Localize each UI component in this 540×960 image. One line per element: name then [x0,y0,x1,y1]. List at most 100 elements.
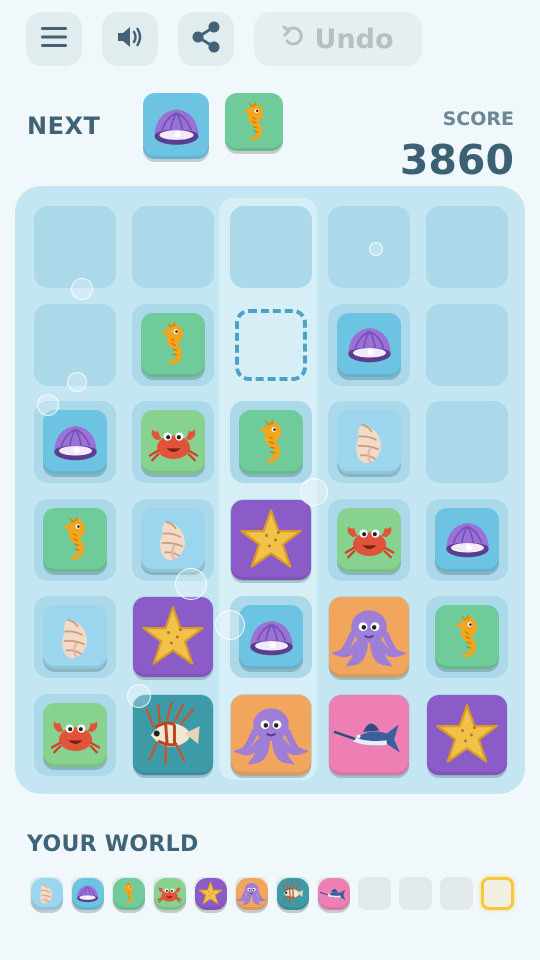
world-creature-lionfish [276,877,309,910]
bubble-decoration [300,478,328,506]
board-cell[interactable] [426,303,508,386]
world-creature-starfish [194,877,227,910]
speaker-icon [116,25,144,53]
score-value: 3860 [399,136,514,184]
tile-lionfish [133,694,213,775]
board-cell[interactable] [230,401,312,484]
bubble-decoration [127,684,151,708]
board-cell[interactable] [426,693,508,776]
board-cell[interactable] [426,498,508,581]
board-cell[interactable] [34,206,116,288]
board-cell[interactable] [426,206,508,288]
lionfish-icon [145,702,200,765]
conch-icon [355,423,381,463]
board-cell[interactable] [230,693,312,776]
world-tile-lionfish [276,877,309,910]
world-tile-octopus [235,877,268,910]
board-cell[interactable] [34,693,116,776]
seahorse-icon [161,320,183,365]
lionfish-icon [281,880,303,906]
seahorse-icon [63,516,85,560]
next-piece-seahorse [225,93,283,151]
tile-seahorse [435,605,499,670]
board-cell[interactable] [426,401,508,484]
board-cell[interactable] [328,303,410,386]
tile-crab [337,507,401,572]
board-cell[interactable] [34,596,116,679]
seahorse-icon [455,613,477,658]
board-grid [34,206,508,776]
world-creature-octopus [235,877,268,910]
world-creature-seahorse [112,877,145,910]
board-cell[interactable] [34,498,116,581]
your-world-label: YOUR WORLD [27,832,199,857]
sound-button[interactable] [102,12,158,66]
drop-target[interactable] [235,308,307,381]
octopus-icon [332,610,406,667]
world-creature-marlin [317,877,350,910]
crab-icon [50,721,100,754]
conch-icon [159,521,185,561]
world-tile-marlin [317,877,350,910]
board-cell[interactable] [328,498,410,581]
board-cell[interactable] [328,401,410,484]
board-cell[interactable] [230,498,312,581]
next-label: NEXT [27,112,101,140]
board-cell[interactable] [328,596,410,679]
bubble-decoration [37,394,59,416]
world-creature-crab [153,877,186,910]
clam-icon [53,425,97,460]
seahorse-icon [122,881,134,904]
share-icon [191,21,221,57]
menu-button[interactable] [26,12,82,66]
board-cell[interactable] [132,596,214,679]
starfish-icon [198,881,223,905]
bubble-decoration [71,278,93,300]
tile-starfish [133,597,213,678]
bubble-decoration [215,610,245,640]
tile-starfish [427,694,507,775]
undo-arrow-icon [282,24,304,55]
seahorse-icon [259,418,281,463]
clam-icon [77,885,98,903]
next-pieces [143,93,283,159]
tile-octopus [329,597,409,678]
tile-conch [43,605,107,670]
conch-icon [61,618,87,659]
starfish-icon [142,606,204,666]
tile-clam [435,507,499,572]
tile-octopus [231,694,311,775]
game-board [15,186,525,794]
world-tile-clam [71,877,104,910]
undo-button[interactable]: Undo [254,12,422,66]
share-button[interactable] [178,12,234,66]
clam-icon [445,523,489,558]
board-cell[interactable] [230,596,312,679]
world-collection [30,877,514,910]
board-cell[interactable] [132,401,214,484]
tile-seahorse [43,507,107,572]
world-tile-seahorse [112,877,145,910]
bubble-decoration [67,372,87,392]
tile-seahorse [239,410,303,475]
board-cell[interactable] [132,206,214,288]
board-cell[interactable] [230,206,312,288]
tile-conch [337,410,401,475]
bubble-decoration [369,242,383,256]
world-tile-starfish [194,877,227,910]
tile-clam [337,312,401,377]
board-cell[interactable] [328,693,410,776]
crab-icon [157,887,182,903]
octopus-icon [237,883,266,906]
starfish-icon [240,509,302,568]
board-cell[interactable] [426,596,508,679]
board-cell[interactable] [132,303,214,386]
world-tile-conch [30,877,63,910]
octopus-icon [234,708,308,765]
world-locked-slot [399,877,432,910]
tile-clam [239,605,303,670]
world-current-slot [481,877,514,910]
bubble-decoration [175,568,207,600]
board-cell[interactable] [230,304,312,386]
board-cell[interactable] [132,498,214,581]
